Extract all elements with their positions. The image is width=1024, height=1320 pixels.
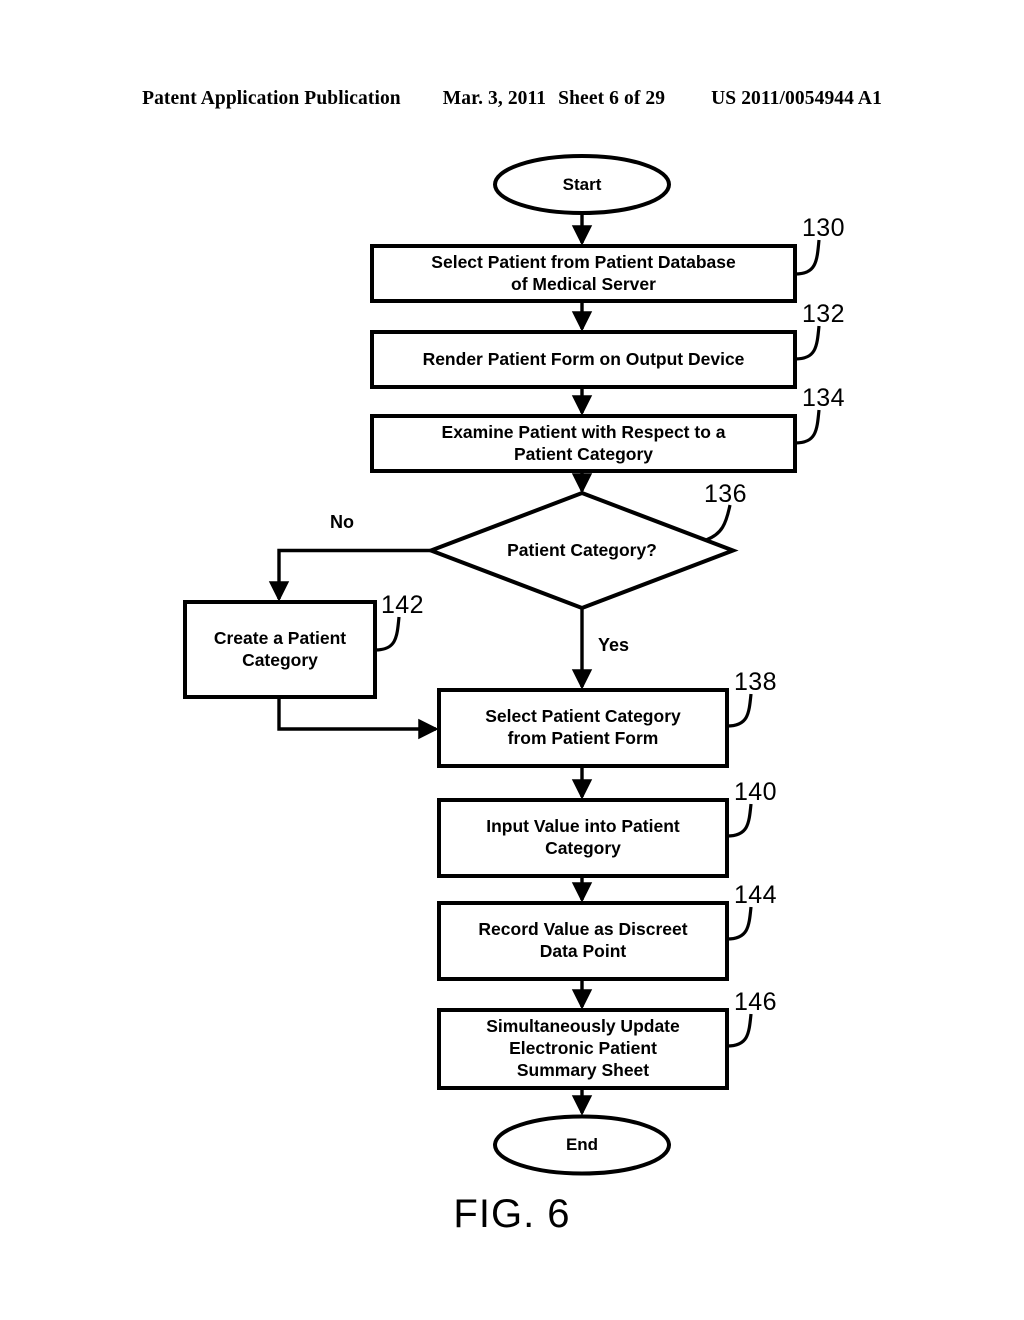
node-132-shape (370, 330, 797, 389)
node-144-shape (437, 901, 729, 981)
ref-numeral-134: 134 (802, 384, 845, 412)
leader-130 (794, 239, 821, 276)
ref-numeral-146: 146 (734, 988, 777, 1016)
leader-134 (794, 409, 821, 445)
ref-numeral-136: 136 (704, 480, 747, 508)
patent-drawing-page: Patent Application Publication Mar. 3, 2… (0, 0, 1024, 1320)
node-138-shape (437, 688, 729, 768)
node-142-shape (183, 600, 377, 699)
node-end-shape (493, 1114, 671, 1176)
ref-numeral-132: 132 (802, 300, 845, 328)
node-134-shape (370, 414, 797, 473)
figure-caption: FIG. 6 (453, 1192, 571, 1236)
leader-138 (726, 693, 753, 728)
leader-132 (794, 325, 821, 361)
node-140-shape (437, 798, 729, 878)
ref-numeral-138: 138 (734, 668, 777, 696)
leader-144 (726, 906, 753, 941)
flowchart-diagram (183, 154, 821, 1176)
ref-numeral-140: 140 (734, 778, 777, 806)
edge-142-to-138 (277, 697, 439, 740)
ref-numeral-144: 144 (734, 881, 777, 909)
ref-numeral-130: 130 (802, 214, 845, 242)
leader-136 (705, 504, 732, 542)
node-start-shape (493, 154, 671, 215)
node-146-shape (437, 1008, 729, 1090)
leader-142 (374, 616, 401, 652)
node-130-shape (370, 244, 797, 303)
branch-label-no: No (330, 512, 354, 532)
node-136-shape (425, 490, 739, 611)
ref-numeral-142: 142 (381, 591, 424, 619)
leader-140 (726, 803, 753, 838)
leader-146 (726, 1013, 753, 1048)
branch-label-yes: Yes (598, 635, 630, 655)
